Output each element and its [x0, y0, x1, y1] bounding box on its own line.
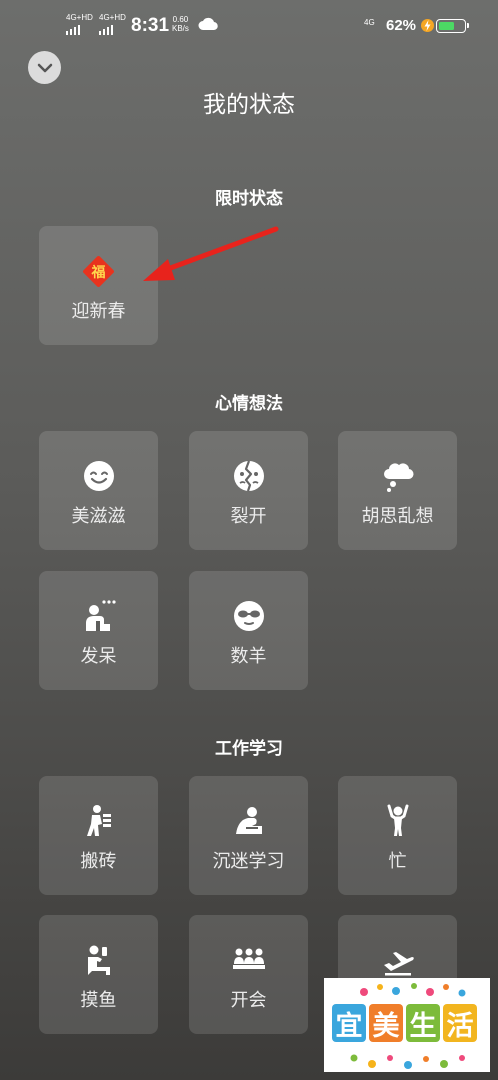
watermark-char: 宜	[332, 1004, 366, 1042]
watermark-char: 生	[406, 1004, 440, 1042]
watermark-char: 活	[443, 1004, 477, 1042]
watermark-logo: 宜 美 生 活	[324, 978, 490, 1072]
watermark-text: 宜 美 生 活	[332, 1004, 477, 1042]
watermark-char: 美	[369, 1004, 403, 1042]
annotation-arrow	[143, 226, 279, 281]
